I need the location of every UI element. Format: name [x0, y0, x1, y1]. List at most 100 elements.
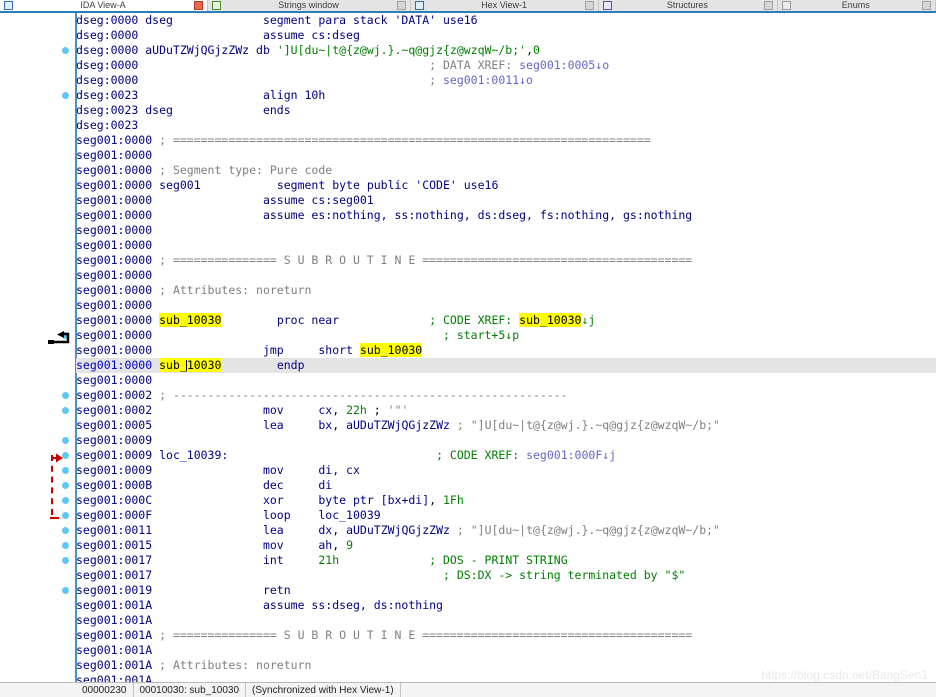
- disassembly-row[interactable]: seg001:000F loop loc_10039: [76, 508, 936, 523]
- tab-close-icon[interactable]: [193, 1, 203, 10]
- disassembly-row[interactable]: seg001:0017 int 21h ; DOS - PRINT STRING: [76, 553, 936, 568]
- ida-pro-window: IDA View-A Strings window Hex View-1 Struct…: [0, 0, 936, 697]
- tab-strings-window[interactable]: Strings window: [207, 0, 412, 11]
- tab-close-icon[interactable]: [763, 1, 773, 10]
- identifier[interactable]: aUDuTZWjQGjzZWz: [346, 418, 450, 432]
- comment: ; Segment type: Pure code: [152, 163, 333, 177]
- disassembly-row[interactable]: seg001:0009 loc_10039: ; CODE XREF: seg0…: [76, 448, 936, 463]
- disassembly-row[interactable]: seg001:0002 ; --------------------------…: [76, 388, 936, 403]
- mnemonic: jmp: [262, 343, 284, 357]
- disassembly-row[interactable]: seg001:0000: [76, 298, 936, 313]
- disassembly-row[interactable]: seg001:001A ; =============== S U B R O …: [76, 628, 936, 643]
- row-address: seg001:0000: [76, 178, 153, 192]
- disassembly-row[interactable]: seg001:0000 sub_10030 proc near ; CODE X…: [76, 313, 936, 328]
- tab-close-icon[interactable]: [585, 1, 595, 10]
- disassembly-row[interactable]: dseg:0000 ; seg001:0011↓o: [76, 73, 936, 88]
- enums-icon: [781, 1, 791, 10]
- disassembly-row[interactable]: seg001:001A ; Attributes: noreturn: [76, 658, 936, 673]
- row-address: seg001:0000: [76, 253, 153, 267]
- highlighted-identifier[interactable]: sub_10030: [519, 313, 582, 327]
- disassembly-row[interactable]: seg001:0000 jmp short sub_10030: [76, 343, 936, 358]
- disassembly-row[interactable]: seg001:0000: [76, 223, 936, 238]
- xref-comment: ↓j: [581, 313, 596, 327]
- numeric-literal: 22h: [346, 403, 367, 417]
- identifier[interactable]: aUDuTZWjQGjzZWz: [346, 523, 450, 537]
- identifier[interactable]: dseg: [138, 13, 173, 27]
- status-offset: 00000230: [76, 683, 134, 697]
- identifier[interactable]: loc_10039:: [152, 448, 228, 462]
- xref-link[interactable]: seg001:000F↓j: [526, 448, 616, 462]
- disassembly-row[interactable]: seg001:001A: [76, 613, 936, 628]
- graph-overview-gutter[interactable]: [0, 13, 76, 682]
- disassembly-row[interactable]: seg001:0005 lea bx, aUDuTZWjQGjzZWz ; "]…: [76, 418, 936, 433]
- disassembly-row[interactable]: seg001:0000: [76, 373, 936, 388]
- disassembly-row[interactable]: seg001:0000 ; start+5↓p: [76, 328, 936, 343]
- disassembly-row-selected[interactable]: seg001:0000 sub_10030 endp: [76, 358, 936, 373]
- disassembly-row[interactable]: seg001:001A assume ss:dseg, ds:nothing: [76, 598, 936, 613]
- tab-structures[interactable]: Structures: [599, 0, 778, 11]
- disassembly-row[interactable]: seg001:0000: [76, 268, 936, 283]
- row-address: seg001:0015: [76, 538, 153, 552]
- identifier[interactable]: seg001: [152, 178, 201, 192]
- disassembly-pane[interactable]: dseg:0000 dseg segment para stack 'DATA'…: [0, 13, 936, 682]
- disassembly-listing[interactable]: dseg:0000 dseg segment para stack 'DATA'…: [76, 13, 936, 682]
- line-marker-dot: [62, 497, 69, 504]
- identifier[interactable]: dseg: [138, 103, 173, 117]
- disassembly-row[interactable]: seg001:0002 mov cx, 22h ; '"': [76, 403, 936, 418]
- spacer: ,: [332, 523, 347, 537]
- row-address: seg001:0000: [76, 343, 153, 357]
- highlighted-identifier[interactable]: sub_10030: [359, 343, 423, 357]
- disassembly-row[interactable]: dseg:0023 dseg ends: [76, 103, 936, 118]
- disassembly-row[interactable]: dseg:0023 align 10h: [76, 88, 936, 103]
- disassembly-row[interactable]: seg001:0017 ; DS:DX -> string terminated…: [76, 568, 936, 583]
- disassembly-row[interactable]: seg001:0000: [76, 238, 936, 253]
- disassembly-row[interactable]: seg001:0011 lea dx, aUDuTZWjQGjzZWz ; "]…: [76, 523, 936, 538]
- row-address: seg001:0000: [76, 163, 153, 177]
- keyword: segment para stack 'DATA' use16: [262, 13, 478, 27]
- disassembly-row[interactable]: dseg:0000 assume cs:dseg: [76, 28, 936, 43]
- highlighted-identifier[interactable]: sub_10030: [159, 358, 222, 372]
- disassembly-row[interactable]: seg001:0000 seg001 segment byte public '…: [76, 178, 936, 193]
- keyword: cx: [318, 403, 333, 417]
- jump-arrow-icon[interactable]: [48, 329, 72, 344]
- disassembly-row[interactable]: seg001:0000 assume cs:seg001: [76, 193, 936, 208]
- disassembly-row[interactable]: seg001:0000 ; =============== S U B R O …: [76, 253, 936, 268]
- spacer: ;: [366, 403, 388, 417]
- disassembly-row[interactable]: seg001:0000 assume es:nothing, ss:nothin…: [76, 208, 936, 223]
- highlighted-identifier[interactable]: sub_10030: [159, 313, 222, 327]
- disassembly-row[interactable]: seg001:0009 mov di, cx: [76, 463, 936, 478]
- disassembly-row[interactable]: seg001:000B dec di: [76, 478, 936, 493]
- disassembly-row[interactable]: dseg:0000 ; DATA XREF: seg001:0005↓o: [76, 58, 936, 73]
- xref-link[interactable]: seg001:0005↓o: [519, 58, 609, 72]
- identifier[interactable]: aUDuTZWjQGjzZWz: [138, 43, 249, 57]
- disassembly-row[interactable]: dseg:0000 dseg segment para stack 'DATA'…: [76, 13, 936, 28]
- disassembly-row[interactable]: seg001:0009: [76, 433, 936, 448]
- disassembly-row[interactable]: dseg:0023: [76, 118, 936, 133]
- tab-close-icon[interactable]: [922, 1, 931, 10]
- disassembly-row[interactable]: seg001:000C xor byte ptr [bx+di], 1Fh: [76, 493, 936, 508]
- disassembly-row[interactable]: seg001:0000: [76, 148, 936, 163]
- tab-close-icon[interactable]: [397, 1, 407, 10]
- disassembly-row[interactable]: seg001:0019 retn: [76, 583, 936, 598]
- identifier[interactable]: loc_10039: [318, 508, 380, 522]
- comment: ; DATA XREF:: [429, 58, 520, 72]
- row-address: seg001:0002: [76, 403, 153, 417]
- xref-link[interactable]: seg001:0011↓o: [443, 73, 533, 87]
- tab-enums[interactable]: Enums: [777, 0, 936, 11]
- row-address: seg001:000B: [76, 478, 153, 492]
- keyword: assume cs:seg001: [262, 193, 374, 207]
- disassembly-row[interactable]: seg001:0000 ; ==========================…: [76, 133, 936, 148]
- disassembly-row[interactable]: seg001:0000 ; Segment type: Pure code: [76, 163, 936, 178]
- disassembly-row[interactable]: seg001:001A: [76, 643, 936, 658]
- tab-hex-view-1[interactable]: Hex View-1: [411, 0, 600, 11]
- tab-ida-view-a[interactable]: IDA View-A: [0, 0, 208, 11]
- disassembly-row[interactable]: seg001:0000 ; Attributes: noreturn: [76, 283, 936, 298]
- disassembly-row[interactable]: seg001:001A: [76, 673, 936, 682]
- disassembly-row[interactable]: dseg:0000 aUDuTZWjQGjzZWz db ']U[du~|t@{…: [76, 43, 936, 58]
- disassembly-row[interactable]: seg001:0015 mov ah, 9: [76, 538, 936, 553]
